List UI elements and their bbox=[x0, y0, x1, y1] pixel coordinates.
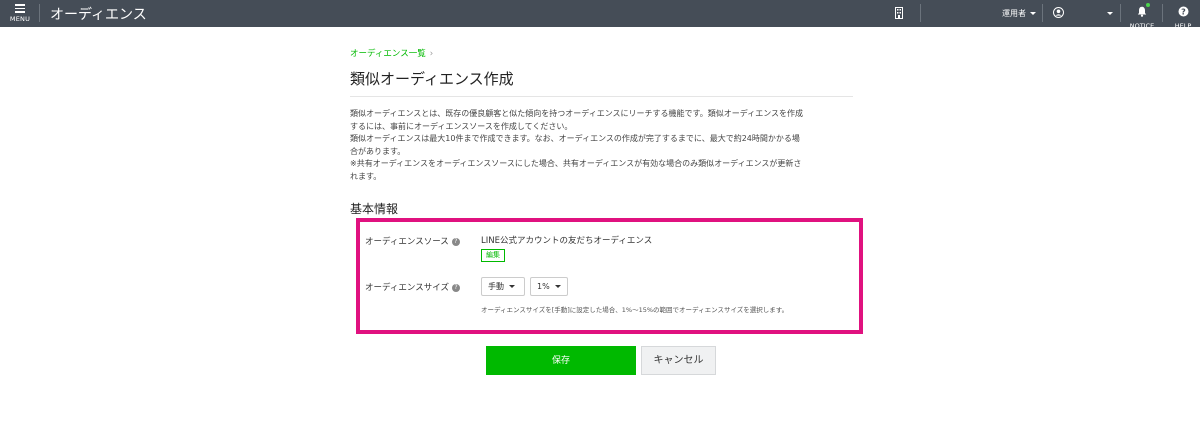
edit-button[interactable]: 編集 bbox=[481, 249, 505, 262]
breadcrumb-link-audience-list[interactable]: オーディエンス一覧 bbox=[350, 49, 426, 59]
description: 類似オーディエンスとは、既存の優良顧客と似た傾向を持つオーディエンスにリーチする… bbox=[350, 108, 860, 183]
account-name: 運用者 bbox=[1002, 9, 1026, 18]
cancel-button[interactable]: キャンセル bbox=[641, 346, 716, 375]
description-line: するには、事前にオーディエンスソースを作成してください。 bbox=[350, 121, 573, 131]
chevron-down-icon bbox=[554, 285, 561, 288]
audience-size-label: オーディエンスサイズ? bbox=[365, 281, 460, 293]
divider bbox=[1120, 4, 1121, 22]
size-percent-value: 1% bbox=[537, 282, 550, 291]
help-icon: ? bbox=[1178, 6, 1188, 17]
save-button[interactable]: 保存 bbox=[486, 346, 636, 375]
svg-text:?: ? bbox=[1181, 7, 1186, 16]
size-percent-select[interactable]: 1% bbox=[530, 277, 568, 296]
description-line: ※共有オーディエンスをオーディエンスソースにした場合、共有オーディエンスが有効な… bbox=[350, 159, 802, 168]
size-help-text: オーディエンスサイズを[手動]に設定した場合、1%〜15%の範囲でオーディエンス… bbox=[481, 306, 789, 314]
question-icon[interactable]: ? bbox=[451, 237, 460, 246]
notification-dot bbox=[1146, 3, 1150, 7]
audience-source-value: LINE公式アカウントの友だちオーディエンス bbox=[481, 236, 653, 246]
bell-icon bbox=[1137, 6, 1147, 17]
audience-source-label-text: オーディエンスソース bbox=[365, 237, 449, 247]
menu-label: MENU bbox=[9, 14, 31, 23]
notice-label: NOTICE bbox=[1129, 22, 1155, 30]
breadcrumb-separator: › bbox=[429, 49, 434, 59]
question-icon[interactable]: ? bbox=[451, 283, 460, 292]
description-line: れます。 bbox=[350, 171, 382, 181]
chevron-down-icon bbox=[1030, 12, 1036, 15]
page-title: 類似オーディエンス作成 bbox=[350, 70, 514, 88]
description-line: 類似オーディエンスは最大10件まで作成できます。なお、オーディエンスの作成が完了… bbox=[350, 134, 800, 143]
building-icon[interactable] bbox=[895, 7, 903, 19]
size-mode-value: 手動 bbox=[488, 282, 504, 291]
help-button[interactable]: ? HELP bbox=[1171, 2, 1195, 30]
top-bar: MENU オーディエンス 運用者 NOTICE ? HELP bbox=[0, 0, 1200, 30]
audience-source-label: オーディエンスソース? bbox=[365, 235, 460, 247]
divider bbox=[1042, 4, 1043, 22]
divider bbox=[1162, 4, 1163, 22]
section-title-basic-info: 基本情報 bbox=[350, 202, 399, 216]
user-icon[interactable] bbox=[1053, 7, 1064, 18]
description-line: 合があります。 bbox=[350, 146, 406, 156]
chevron-down-icon[interactable] bbox=[1107, 12, 1113, 15]
audience-size-label-text: オーディエンスサイズ bbox=[365, 283, 449, 293]
menu-button[interactable]: MENU bbox=[8, 2, 32, 23]
account-selector[interactable]: 運用者 bbox=[1002, 8, 1036, 19]
help-label: HELP bbox=[1174, 22, 1192, 30]
divider bbox=[350, 96, 853, 97]
menu-icon bbox=[15, 4, 25, 13]
app-title: オーディエンス bbox=[50, 7, 147, 23]
description-line: 類似オーディエンスとは、既存の優良顧客と似た傾向を持つオーディエンスにリーチする… bbox=[350, 109, 804, 118]
breadcrumb: オーディエンス一覧 › bbox=[350, 47, 433, 59]
divider bbox=[920, 4, 921, 22]
notice-button[interactable]: NOTICE bbox=[1128, 2, 1156, 30]
divider bbox=[39, 4, 40, 22]
chevron-down-icon bbox=[509, 285, 515, 288]
size-mode-select[interactable]: 手動 bbox=[481, 277, 525, 296]
